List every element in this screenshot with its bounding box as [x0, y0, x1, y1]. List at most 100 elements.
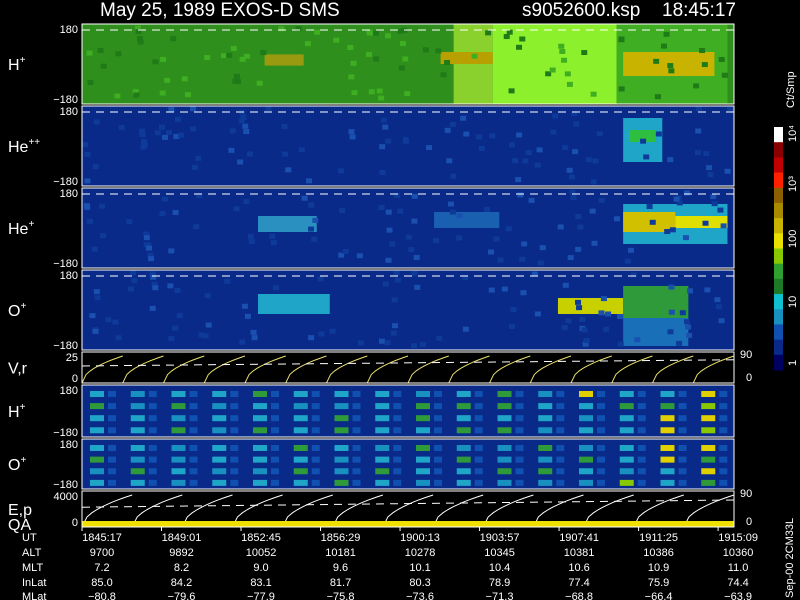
heat-cell [488, 249, 495, 255]
stripe-cell [719, 479, 728, 486]
stripe-cell [230, 415, 239, 422]
heat-cell [365, 51, 372, 57]
stripe-cell [497, 403, 512, 410]
y-tick-max: 180 [60, 24, 78, 36]
heat-cell [715, 304, 722, 310]
colorbar-swatch [774, 248, 783, 265]
heat-cell [247, 233, 254, 239]
heat-cell [693, 83, 700, 89]
x-row-value: 10360 [723, 547, 754, 559]
x-row-value: −71.3 [486, 591, 514, 600]
stripe-cell [701, 415, 716, 422]
heat-cell [100, 233, 107, 239]
heat-cell [411, 343, 418, 349]
heat-cell [154, 130, 161, 136]
stripe-cell [253, 415, 267, 422]
stripe-cell [660, 403, 675, 410]
heat-cell [87, 79, 94, 85]
heat-cell [160, 56, 167, 62]
stripe-cell [311, 403, 320, 410]
heat-cell [568, 174, 575, 180]
heat-cell [695, 106, 702, 112]
heat-cell [308, 202, 315, 208]
colorbar-swatch [774, 294, 783, 310]
stripe-cell [597, 456, 605, 463]
heat-cell [204, 293, 211, 299]
stripe-cell [678, 479, 687, 486]
panels: H+180−180He++180−180He+180−180O+180−180V… [8, 23, 752, 534]
heat-patch [675, 216, 728, 228]
stripe-cell [619, 391, 634, 397]
panel-label-sup: + [20, 455, 26, 466]
heat-cell [447, 201, 454, 207]
heat-cell [239, 339, 246, 345]
heat-cell [379, 144, 386, 150]
heat-cell [385, 138, 392, 144]
stripe-cell [108, 391, 116, 397]
heat-cell [624, 258, 631, 264]
heat-cell [389, 241, 396, 247]
heat-cell [575, 299, 582, 305]
heat-cell [600, 296, 607, 302]
heat-cell [440, 72, 447, 78]
time-label: 18:45:17 [662, 0, 736, 21]
stripe-cell [375, 391, 390, 397]
colorbar-swatch [774, 278, 783, 295]
stripe-cell [515, 427, 524, 434]
heat-cell [683, 190, 690, 196]
colorbar-swatch [774, 172, 783, 189]
heat-cell [446, 158, 453, 164]
heat-cell [91, 246, 98, 252]
stripe-cell [597, 479, 605, 486]
heat-cell [617, 314, 624, 320]
stripe-cell [130, 456, 145, 463]
colorbar: Ct/Smp 10⁴ 10³ 100 10 1 [774, 71, 799, 371]
heat-cell [617, 341, 624, 347]
stripe-cell [108, 468, 116, 475]
x-row-value: −68.8 [565, 591, 593, 600]
x-row-value: −66.4 [645, 591, 673, 600]
x-row-value: 7.2 [94, 562, 109, 574]
stripe-cell [678, 468, 687, 475]
heat-cell [634, 337, 641, 343]
heat-cell [426, 145, 433, 151]
stripe-cell [375, 468, 390, 475]
heat-cell [653, 58, 660, 64]
colorbar-label: 100 [787, 230, 799, 248]
heat-cell [114, 93, 121, 99]
stripe-cell [375, 427, 390, 434]
heat-cell [84, 204, 91, 210]
heat-cell [238, 118, 245, 124]
panel-2: He+ 180 −180 [8, 187, 735, 270]
heat-cell [84, 178, 91, 184]
stripe-cell [678, 427, 687, 434]
heat-cell [646, 204, 653, 210]
y-tick-max: 180 [60, 439, 78, 451]
heat-cell [191, 164, 198, 170]
stripe-cell [416, 391, 430, 397]
heat-cell [301, 195, 308, 201]
stripe-cell [538, 403, 553, 410]
panel-7: E,pQA40000900 [8, 488, 752, 534]
stripe-cell [619, 403, 634, 410]
stripe-cell [352, 391, 361, 397]
heat-cell [184, 92, 191, 98]
x-row-value: 9892 [169, 547, 193, 559]
stripe-cell [701, 403, 716, 410]
heat-cell [378, 95, 385, 101]
stripe-cell [556, 391, 565, 397]
heat-cell [168, 248, 175, 254]
heat-cell [164, 77, 171, 83]
heat-cell [583, 338, 590, 344]
heat-cell [516, 44, 523, 50]
stripe-cell [230, 479, 239, 486]
stripe-cell [474, 391, 483, 397]
heat-cell [393, 270, 400, 276]
heat-cell [348, 74, 355, 80]
stripe-cell [271, 403, 279, 410]
stripe-cell [375, 456, 390, 463]
stripe-cell [293, 415, 308, 422]
stripe-cell [619, 427, 634, 434]
heat-cell [372, 30, 379, 36]
right-tick-min: 0 [746, 372, 752, 384]
